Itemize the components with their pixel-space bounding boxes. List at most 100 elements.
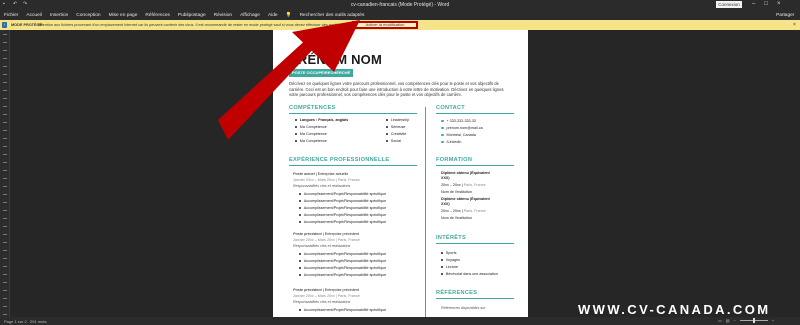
tab-revision[interactable]: Révision (214, 13, 232, 18)
window-controls: – □ × (752, 1, 780, 7)
zoom-out-icon[interactable]: − (734, 318, 736, 323)
tab-affichage[interactable]: Affichage (240, 13, 260, 18)
degree-title: Diplôme obtenu (Équivalent (441, 197, 490, 201)
interest-item: Sports (441, 251, 456, 256)
tab-conception[interactable]: Conception (76, 13, 100, 18)
job-bullet: Accomplissement/Projet/Responsabilité sp… (299, 252, 386, 257)
sign-in-button[interactable]: Connexion (716, 1, 742, 8)
tab-mise-en-page[interactable]: Mise en page (109, 13, 138, 18)
job-title-badge: POSTE OCCUPÉ/RECHERCHÉ (289, 69, 354, 77)
website-watermark: WWW.CV-CANADA.COM (578, 302, 771, 317)
job-date: Janvier 20xx – Mars 20xx | Paris, France (293, 238, 360, 242)
minimize-icon[interactable]: – (752, 1, 755, 7)
education-rule (436, 165, 514, 166)
ruler-tick (3, 98, 7, 99)
skill-item: Sérieuse (386, 125, 405, 130)
ruler-tick (3, 74, 7, 75)
location-icon (441, 133, 444, 137)
lightbulb-icon[interactable]: 💡 (286, 13, 292, 18)
job-bullet: Accomplissement/Projet/Responsabilité sp… (299, 199, 386, 204)
ruler-tick (3, 114, 7, 115)
enable-editing-button[interactable]: Activer la modification (352, 21, 418, 29)
experience-rule (289, 165, 417, 166)
ruler-tick (3, 234, 7, 235)
ruler-tick (3, 58, 7, 59)
skill-item: Langues : Français, anglais (295, 118, 348, 123)
window-title: cv-canadien-francais (Mode Protégé) - Wo… (350, 2, 450, 8)
ruler-tick (3, 306, 7, 307)
job-resp: Responsabilités clés et réalisations (293, 184, 351, 188)
ruler-tick (3, 266, 7, 267)
protected-view-message: Attention aux fichiers provenant d'un em… (38, 23, 353, 27)
job-title: Poste précédent | Entreprise précédent (293, 288, 359, 292)
zoom-slider-knob[interactable] (752, 318, 755, 323)
skill-item: Leadership (386, 118, 409, 123)
references-heading: RÉFÉRENCES (436, 290, 478, 296)
ruler-tick (3, 90, 7, 91)
degree-title-cont: XXX) (441, 176, 450, 180)
interests-rule (436, 243, 514, 244)
close-icon[interactable]: × (777, 1, 781, 7)
job-bullet: Accomplissement/Projet/Responsabilité sp… (299, 266, 386, 271)
tab-insertion[interactable]: Insertion (50, 13, 68, 18)
degree-title: Diplôme obtenu (Équivalent (441, 171, 490, 175)
shield-icon: ! (2, 22, 7, 28)
contact-heading: CONTACT (436, 105, 466, 111)
school-name: Nom de l'institution (441, 190, 473, 194)
ruler-tick (3, 178, 7, 179)
job-bullet: Accomplissement/Projet/Responsabilité sp… (299, 206, 386, 211)
skill-item: Ma Compétence (295, 125, 327, 130)
ruler-tick (3, 282, 7, 283)
ruler-tick (3, 34, 7, 35)
job-title: Poste précédent | Entreprise précédent (293, 232, 359, 236)
page-count: Page 1 sur 2 (4, 319, 27, 324)
tell-me-search[interactable]: Rechercher des outils adaptés (300, 13, 365, 18)
title-bar: ▪ ↶ ↷ cv-canadien-francais (Mode Protégé… (0, 0, 800, 10)
experience-heading: EXPÉRIENCE PROFESSIONNELLE (289, 157, 390, 163)
job-bullet: Accomplissement/Projet/Responsabilité sp… (299, 308, 386, 313)
ruler-tick (3, 186, 7, 187)
ruler-tick (3, 106, 7, 107)
ruler-tick (3, 42, 7, 43)
job-bullet: Accomplissement/Projet/Responsabilité sp… (299, 220, 386, 225)
print-layout-icon[interactable]: ▤ (726, 318, 730, 323)
zoom-slider[interactable] (739, 318, 768, 323)
ruler-tick (3, 210, 7, 211)
ruler-tick (3, 226, 7, 227)
skills-rule (289, 113, 417, 114)
ruler-tick (3, 290, 7, 291)
read-mode-icon[interactable]: ▭ (718, 318, 722, 323)
skill-item: Créativité (386, 132, 406, 137)
tab-accueil[interactable]: Accueil (26, 13, 41, 18)
job-bullet: Accomplissement/Projet/Responsabilité sp… (299, 273, 386, 278)
document-page[interactable]: PRÉNOM NOM POSTE OCCUPÉ/RECHERCHÉ Décriv… (273, 30, 528, 317)
protected-view-bar: ! MODE PROTÉGÉ Attention aux fichiers pr… (0, 20, 800, 30)
tab-references[interactable]: Références (145, 13, 170, 18)
job-resp: Responsabilités clés et réalisations (293, 244, 351, 248)
linkedin-item: /LinkedIn (441, 140, 461, 145)
degree-date: 20xx – 20xx | Paris, France (441, 209, 486, 213)
tab-aide[interactable]: Aide (268, 13, 278, 18)
share-button[interactable]: Partager (776, 13, 794, 18)
ruler-tick (3, 146, 7, 147)
tab-fichier[interactable]: Fichier (4, 13, 18, 18)
skill-item: Social (386, 139, 401, 144)
status-bar: Page 1 sur 2 291 mots ▭ ▤ − + (0, 317, 800, 325)
interest-item: Bénévolat dans une association (441, 272, 498, 277)
word-count: 291 mots (30, 319, 47, 324)
maximize-icon[interactable]: □ (764, 1, 768, 7)
interests-heading: INTÉRÊTS (436, 235, 467, 241)
zoom-in-icon[interactable]: + (772, 318, 774, 323)
tab-publipostage[interactable]: Publipostage (178, 13, 206, 18)
job-bullet: Accomplissement/Projet/Responsabilité sp… (299, 192, 386, 197)
ruler-tick (3, 122, 7, 123)
ruler-tick (3, 170, 7, 171)
ruler-tick (3, 154, 7, 155)
job-bullet: Accomplissement/Projet/Responsabilité sp… (299, 213, 386, 218)
ruler-tick (3, 298, 7, 299)
close-icon[interactable]: × (793, 22, 796, 28)
skill-item: Ma Compétence (295, 132, 327, 137)
vertical-ruler (0, 30, 10, 317)
contact-rule (436, 113, 514, 114)
email-icon (441, 126, 444, 130)
